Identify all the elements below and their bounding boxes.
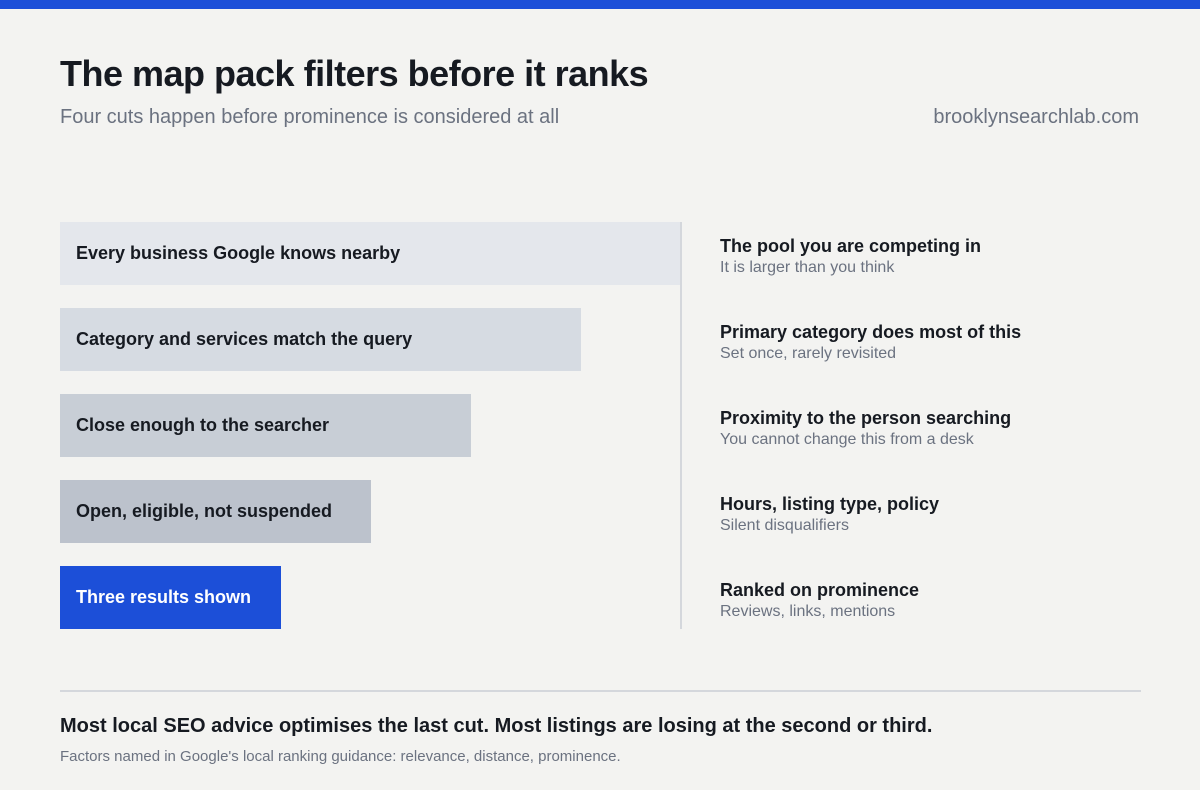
note-eligibility: Hours, listing type, policy Silent disqu… bbox=[720, 493, 939, 536]
funnel-stage-results-shown: Three results shown bbox=[60, 566, 281, 629]
site-credit: brooklynsearchlab.com bbox=[933, 106, 1139, 128]
footer-takeaway: Most local SEO advice optimises the last… bbox=[60, 715, 933, 737]
funnel-stage-proximity: Close enough to the searcher bbox=[60, 394, 471, 457]
note-title: Ranked on prominence bbox=[720, 580, 920, 600]
note-proximity: Proximity to the person searching You ca… bbox=[720, 407, 1011, 450]
footer-source: Factors named in Google's local ranking … bbox=[60, 748, 621, 765]
funnel-stage-eligibility: Open, eligible, not suspended bbox=[60, 480, 371, 543]
page-title: The map pack filters before it ranks bbox=[60, 53, 649, 94]
note-title: Primary category does most of this bbox=[720, 322, 1022, 342]
note-detail: Set once, rarely revisited bbox=[720, 345, 897, 362]
note-prominence: Ranked on prominence Reviews, links, men… bbox=[720, 579, 919, 622]
column-divider bbox=[680, 222, 682, 629]
footer-divider bbox=[60, 690, 1141, 692]
note-detail: You cannot change this from a desk bbox=[720, 431, 974, 448]
note-detail: It is larger than you think bbox=[720, 259, 895, 276]
note-detail: Silent disqualifiers bbox=[720, 517, 849, 534]
funnel-diagram: Every business Google knows nearby Categ… bbox=[60, 222, 680, 629]
note-title: The pool you are competing in bbox=[720, 236, 982, 256]
note-category: Primary category does most of this Set o… bbox=[720, 321, 1021, 364]
note-title: Proximity to the person searching bbox=[720, 408, 1012, 428]
funnel-stage-category-match: Category and services match the query bbox=[60, 308, 581, 371]
funnel-stage-all-businesses: Every business Google knows nearby bbox=[60, 222, 680, 285]
top-accent-bar bbox=[0, 0, 1200, 9]
note-detail: Reviews, links, mentions bbox=[720, 603, 896, 620]
note-title: Hours, listing type, policy bbox=[720, 494, 940, 514]
page-subtitle: Four cuts happen before prominence is co… bbox=[60, 106, 560, 128]
note-pool: The pool you are competing in It is larg… bbox=[720, 235, 981, 278]
